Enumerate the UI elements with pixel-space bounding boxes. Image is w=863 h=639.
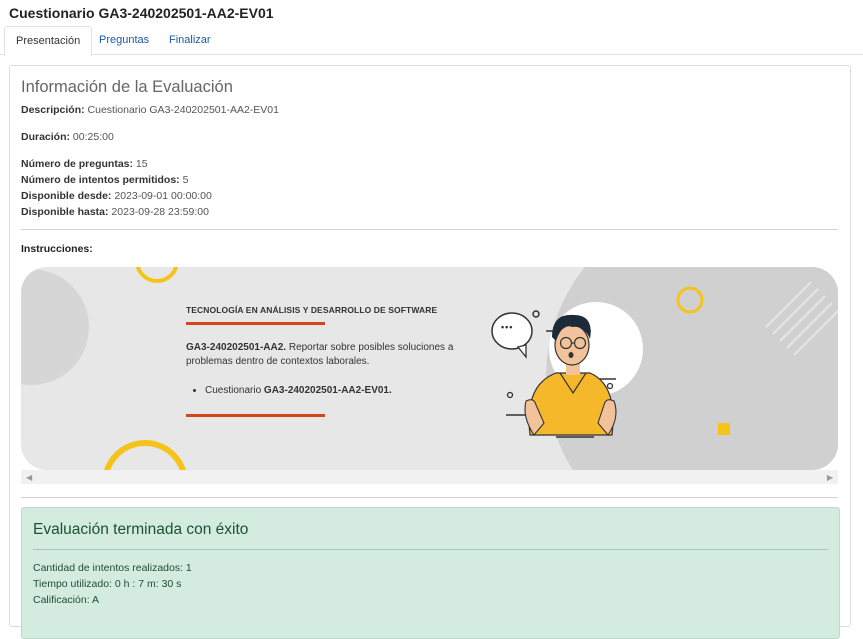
success-alert: Evaluación terminada con éxito Cantidad …	[21, 507, 840, 639]
divider	[21, 497, 838, 498]
descripcion-value: Cuestionario GA3-240202501-AA2-EV01	[84, 104, 279, 116]
num-preguntas-value: 15	[133, 158, 148, 170]
num-intentos-value: 5	[179, 174, 189, 186]
intentos-realizados: Cantidad de intentos realizados: 1	[33, 562, 192, 574]
evaluation-panel: Información de la Evaluación Descripción…	[9, 65, 851, 639]
banner-activity: GA3-240202501-AA2. Reportar sobre posibl…	[186, 341, 476, 369]
calificacion: Calificación: A	[33, 594, 99, 606]
result-divider	[33, 549, 828, 550]
disponible-hasta-label: Disponible hasta:	[21, 206, 109, 218]
tab-bar: Presentación Preguntas Finalizar	[0, 26, 863, 56]
banner-accent-bottom	[186, 414, 325, 417]
disponible-desde-value: 2023-09-01 00:00:00	[111, 190, 212, 202]
page-title: Cuestionario GA3-240202501-AA2-EV01	[9, 5, 274, 21]
disponible-hasta-value: 2023-09-28 23:59:00	[108, 206, 209, 218]
info-title: Información de la Evaluación	[21, 78, 233, 96]
horizontal-scrollbar[interactable]: ◀ ▶	[21, 470, 838, 484]
divider	[21, 229, 838, 230]
num-intentos-line: Número de intentos permitidos: 5	[21, 174, 188, 186]
banner-list-item: Cuestionario GA3-240202501-AA2-EV01.	[193, 385, 392, 396]
banner-heading: TECNOLOGÍA EN ANÁLISIS Y DESARROLLO DE S…	[186, 305, 438, 315]
num-preguntas-line: Número de preguntas: 15	[21, 158, 148, 170]
duracion-value: 00:25:00	[70, 131, 114, 143]
result-title: Evaluación terminada con éxito	[33, 521, 249, 538]
duracion-label: Duración:	[21, 131, 71, 143]
item-code: GA3-240202501-AA2-EV01.	[263, 385, 392, 396]
num-preguntas-label: Número de preguntas:	[21, 158, 134, 170]
tab-presentacion[interactable]: Presentación	[4, 26, 93, 56]
disponible-desde-line: Disponible desde: 2023-09-01 00:00:00	[21, 190, 212, 202]
banner-accent-top	[186, 322, 325, 325]
activity-code: GA3-240202501-AA2.	[186, 342, 287, 353]
tab-preguntas[interactable]: Preguntas	[88, 26, 160, 53]
bullet-icon	[193, 388, 196, 392]
tab-finalizar[interactable]: Finalizar	[158, 26, 222, 53]
speech-bubble-dots: •••	[501, 322, 514, 332]
num-intentos-label: Número de intentos permitidos:	[21, 174, 180, 186]
descripcion-label: Descripción:	[21, 104, 85, 116]
instrucciones-label: Instrucciones:	[21, 243, 93, 255]
disponible-hasta-line: Disponible hasta: 2023-09-28 23:59:00	[21, 206, 209, 218]
scroll-left-icon[interactable]: ◀	[26, 473, 32, 482]
duracion-line: Duración: 00:25:00	[21, 131, 114, 143]
tiempo-utilizado: Tiempo utilizado: 0 h : 7 m: 30 s	[33, 578, 182, 590]
disponible-desde-label: Disponible desde:	[21, 190, 112, 202]
instructions-banner: TECNOLOGÍA EN ANÁLISIS Y DESARROLLO DE S…	[21, 267, 838, 470]
item-prefix: Cuestionario	[205, 385, 264, 396]
descripcion-line: Descripción: Cuestionario GA3-240202501-…	[21, 104, 279, 116]
person-illustration	[491, 302, 643, 438]
scroll-right-icon[interactable]: ▶	[827, 473, 833, 482]
